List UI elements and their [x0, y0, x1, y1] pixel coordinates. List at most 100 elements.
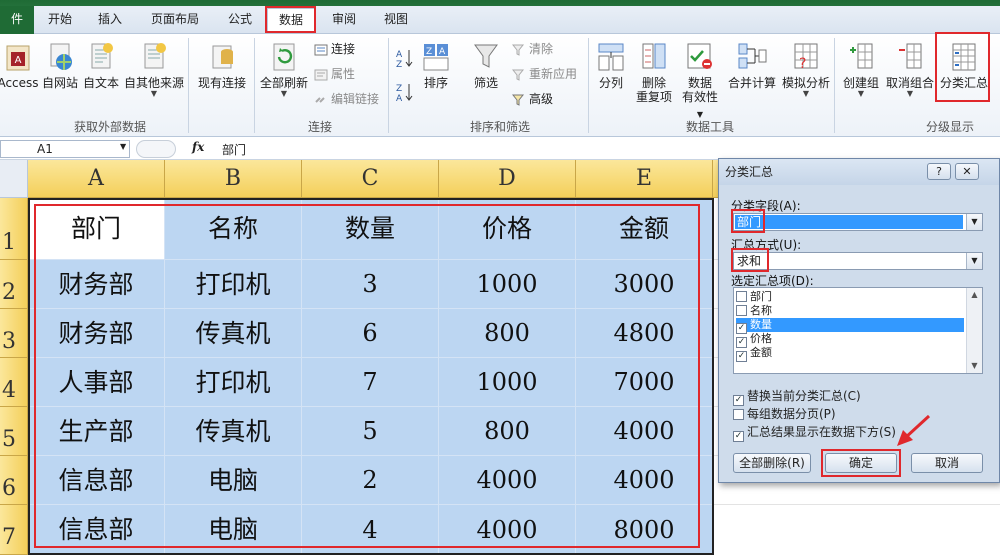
checkbox-checked[interactable]: ✓ [733, 395, 744, 406]
tab-home[interactable]: 开始 [40, 8, 80, 32]
row-header-5[interactable]: 5 [0, 407, 28, 456]
table-cell[interactable]: 8000 [576, 505, 713, 555]
table-cell[interactable]: 2 [302, 456, 439, 505]
column-header-d[interactable]: D [439, 160, 576, 198]
table-cell[interactable]: 财务部 [28, 309, 165, 358]
tab-file[interactable]: 件 [0, 6, 34, 34]
from-other-sources-button[interactable]: 自其他来源 ▼ [122, 40, 186, 98]
ungroup-button[interactable]: 取消组合 ▼ [884, 40, 936, 98]
row-header-4[interactable]: 4 [0, 358, 28, 407]
row-header-1[interactable]: 1 [0, 198, 28, 260]
cell-c1[interactable]: 数量 [302, 198, 439, 260]
table-cell[interactable]: 打印机 [165, 260, 302, 309]
list-item[interactable]: ✓ 金额 [736, 346, 964, 362]
table-cell[interactable]: 7000 [576, 358, 713, 407]
table-cell[interactable]: 4800 [576, 309, 713, 358]
ok-button[interactable]: 确定 [825, 453, 897, 473]
sort-ascending-button[interactable]: AZ [396, 48, 417, 68]
table-cell[interactable]: 800 [439, 309, 576, 358]
replace-current-option[interactable]: ✓ 替换当前分类汇总(C) [733, 389, 861, 406]
row-header-2[interactable]: 2 [0, 260, 28, 309]
table-cell[interactable]: 1000 [439, 260, 576, 309]
table-cell[interactable]: 4000 [576, 407, 713, 456]
table-cell[interactable]: 信息部 [28, 456, 165, 505]
table-cell[interactable]: 财务部 [28, 260, 165, 309]
table-cell[interactable]: 800 [439, 407, 576, 456]
sort-descending-button[interactable]: ZA [396, 82, 417, 102]
scroll-down-icon[interactable]: ▼ [967, 359, 982, 373]
table-cell[interactable]: 7 [302, 358, 439, 407]
row-header-3[interactable]: 3 [0, 309, 28, 358]
tab-formulas[interactable]: 公式 [218, 8, 262, 32]
from-text-button[interactable]: 自文本 [80, 40, 122, 90]
refresh-all-button[interactable]: 全部刷新 ▼ [256, 40, 312, 98]
row-header-6[interactable]: 6 [0, 456, 28, 505]
group-button[interactable]: 创建组 ▼ [838, 40, 884, 98]
from-access-button[interactable]: A Access [0, 40, 42, 90]
tab-view[interactable]: 视图 [374, 8, 418, 32]
checkbox-checked[interactable]: ✓ [733, 431, 744, 442]
scroll-up-icon[interactable]: ▲ [967, 288, 982, 302]
cancel-button[interactable]: 取消 [911, 453, 983, 473]
formula-bar-slider[interactable] [136, 140, 176, 158]
table-cell[interactable]: 3000 [576, 260, 713, 309]
list-scrollbar[interactable]: ▲ ▼ [966, 288, 982, 373]
close-button[interactable]: ✕ [955, 163, 979, 180]
chevron-down-icon[interactable]: ▼ [966, 214, 982, 230]
remove-duplicates-button[interactable]: 删除 重复项 [632, 40, 676, 104]
table-cell[interactable]: 生产部 [28, 407, 165, 456]
column-header-e[interactable]: E [576, 160, 713, 198]
column-header-c[interactable]: C [302, 160, 439, 198]
chevron-down-icon[interactable]: ▼ [966, 253, 982, 269]
checkbox-checked[interactable]: ✓ [736, 351, 747, 362]
table-cell[interactable]: 信息部 [28, 505, 165, 555]
tab-page-layout[interactable]: 页面布局 [140, 8, 210, 32]
what-if-analysis-button[interactable]: ? 模拟分析 ▼ [780, 40, 832, 98]
summary-below-option[interactable]: ✓ 汇总结果显示在数据下方(S) [733, 425, 896, 442]
data-validation-button[interactable]: 数据 有效性 ▼ [678, 40, 722, 122]
sort-button[interactable]: ZA 排序 [418, 40, 454, 90]
cell-e1[interactable]: 金额 [576, 198, 713, 260]
reapply-filter-button[interactable]: 重新应用 [512, 65, 577, 83]
group-by-select[interactable]: 部门 ▼ [733, 213, 983, 231]
list-item[interactable]: 部门 [736, 290, 964, 304]
list-item[interactable]: ✓ 价格 [736, 332, 964, 348]
table-cell[interactable]: 电脑 [165, 505, 302, 555]
subtotal-fields-list[interactable]: 部门 名称 ✓ 数量 ✓ 价格 ✓ 金额 ▲ ▼ [733, 287, 983, 374]
checkbox[interactable] [736, 305, 747, 316]
tab-data[interactable]: 数据 [267, 8, 315, 32]
table-cell[interactable]: 电脑 [165, 456, 302, 505]
subtotal-button[interactable]: 分类汇总 [937, 40, 991, 90]
text-to-columns-button[interactable]: 分列 [592, 40, 630, 90]
cell-a1[interactable]: 部门 [28, 198, 165, 260]
list-item[interactable]: ✓ 数量 [736, 318, 964, 334]
help-button[interactable]: ? [927, 163, 951, 180]
function-select[interactable]: 求和 ▼ [733, 252, 983, 270]
table-cell[interactable]: 打印机 [165, 358, 302, 407]
table-cell[interactable]: 传真机 [165, 407, 302, 456]
select-all-corner[interactable] [0, 160, 28, 198]
properties-button[interactable]: 属性 [314, 65, 355, 83]
table-cell[interactable]: 4 [302, 505, 439, 555]
insert-function-icon[interactable]: fx [192, 140, 204, 154]
table-cell[interactable]: 5 [302, 407, 439, 456]
from-web-button[interactable]: 自网站 [38, 40, 82, 90]
name-box-dropdown-icon[interactable]: ▼ [120, 142, 126, 151]
clear-filter-button[interactable]: 清除 [512, 40, 553, 58]
column-header-a[interactable]: A [28, 160, 165, 198]
table-cell[interactable]: 6 [302, 309, 439, 358]
row-header-7[interactable]: 7 [0, 505, 28, 555]
tab-review[interactable]: 审阅 [322, 8, 366, 32]
page-break-option[interactable]: 每组数据分页(P) [733, 407, 836, 421]
table-cell[interactable]: 4000 [576, 456, 713, 505]
advanced-filter-button[interactable]: 高级 [512, 90, 553, 108]
checkbox[interactable] [736, 291, 747, 302]
connections-button[interactable]: 连接 [314, 40, 355, 58]
table-cell[interactable]: 3 [302, 260, 439, 309]
tab-insert[interactable]: 插入 [88, 8, 132, 32]
checkbox[interactable] [733, 409, 744, 420]
existing-connections-button[interactable]: 现有连接 [192, 40, 252, 90]
edit-links-button[interactable]: 编辑链接 [314, 90, 379, 108]
table-cell[interactable]: 1000 [439, 358, 576, 407]
cell-d1[interactable]: 价格 [439, 198, 576, 260]
